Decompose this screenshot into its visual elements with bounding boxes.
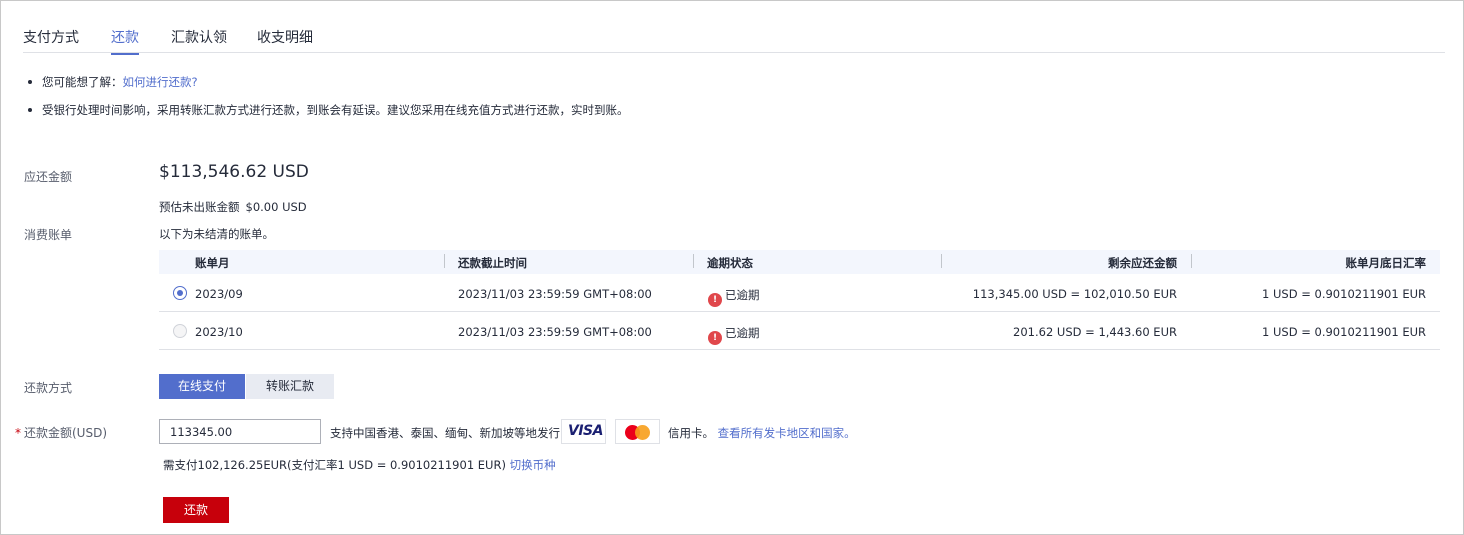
exchange-rate: 1 USD = 0.9010211901 EUR (1262, 287, 1426, 301)
tab-payment-methods[interactable]: 支付方式 (23, 27, 79, 47)
repay-deadline: 2023/11/03 23:59:59 GMT+08:00 (458, 325, 652, 339)
tab-remittance-claim[interactable]: 汇款认领 (171, 27, 227, 47)
visa-card-logo: VISA (561, 419, 606, 444)
credit-suffix: 信用卡。 (668, 426, 714, 440)
column-header: 账单月 (195, 256, 230, 270)
bank-transfer-button[interactable]: 转账汇款 (246, 374, 334, 399)
repayment-page: 支付方式 还款 汇款认领 收支明细 您可能想了解：如何进行还款? 受银行处理时间… (0, 0, 1464, 535)
status-text: 已逾期 (725, 326, 760, 340)
tab-transactions[interactable]: 收支明细 (257, 27, 313, 47)
tip-how-to-repay: 您可能想了解：如何进行还款? (27, 73, 629, 91)
estimated-label: 预估未出账金额 (159, 200, 240, 214)
alert-icon: ! (708, 331, 722, 345)
exchange-rate: 1 USD = 0.9010211901 EUR (1262, 325, 1426, 339)
tab-bar: 支付方式 还款 汇款认领 收支明细 (23, 19, 1445, 55)
payment-method-label: 还款方式 (24, 381, 73, 395)
tip-bank-delay: 受银行处理时间影响，采用转账汇款方式进行还款，到账会有延误。建议您采用在线充值方… (27, 101, 629, 119)
amount-due-label: 应还金额 (24, 170, 73, 184)
online-payment-button[interactable]: 在线支付 (159, 374, 245, 399)
estimated-unbilled: 预估未出账金额 $0.00 USD (159, 199, 307, 215)
column-header: 账单月底日汇率 (1191, 254, 1426, 271)
bill-month: 2023/09 (195, 287, 243, 301)
tab-repayment[interactable]: 还款 (111, 27, 139, 55)
remaining-amount: 113,345.00 USD = 102,010.50 EUR (972, 287, 1177, 301)
column-header: 还款截止时间 (444, 254, 527, 270)
required-mark: * (15, 426, 21, 440)
mastercard-logo (615, 419, 660, 444)
remaining-amount: 201.62 USD = 1,443.60 EUR (1013, 325, 1177, 339)
row-radio[interactable] (173, 286, 187, 300)
row-radio[interactable] (173, 324, 187, 338)
repay-amount-label-text: 还款金额(USD) (24, 426, 108, 440)
tip-prefix: 您可能想了解： (42, 75, 123, 89)
column-header: 剩余应还金额 (941, 254, 1177, 271)
payable-amount-note: 需支付102,126.25EUR(支付汇率1 USD = 0.901021190… (163, 457, 556, 473)
bills-intro: 以下为未结清的账单。 (159, 227, 274, 241)
estimated-value: $0.00 USD (245, 200, 307, 214)
column-header: 逾期状态 (693, 254, 753, 270)
payable-text: 需支付102,126.25EUR(支付汇率1 USD = 0.901021190… (163, 458, 506, 472)
bills-label: 消费账单 (24, 228, 73, 242)
bill-month: 2023/10 (195, 325, 243, 339)
repay-amount-label: * 还款金额(USD) (15, 424, 107, 441)
repay-button[interactable]: 还款 (163, 497, 229, 523)
repay-deadline: 2023/11/03 23:59:59 GMT+08:00 (458, 287, 652, 301)
credit-card-note: 信用卡。 查看所有发卡地区和国家。 (668, 425, 856, 441)
alert-icon: ! (708, 293, 722, 307)
supported-cards-text: 支持中国香港、泰国、缅甸、新加坡等地发行的 (330, 426, 572, 440)
switch-currency-link[interactable]: 切换币种 (510, 458, 556, 472)
table-header: 账单月 还款截止时间 逾期状态 剩余应还金额 账单月底日汇率 (159, 250, 1440, 274)
repay-amount-input[interactable] (159, 419, 321, 444)
how-to-repay-link[interactable]: 如何进行还款? (123, 75, 198, 89)
table-row[interactable]: 2023/09 2023/11/03 23:59:59 GMT+08:00 ! 已… (159, 274, 1440, 312)
tips-list: 您可能想了解：如何进行还款? 受银行处理时间影响，采用转账汇款方式进行还款，到账… (27, 73, 629, 119)
amount-due-value: $113,546.62 USD (159, 162, 309, 182)
visa-logo-text: VISA (568, 423, 603, 439)
table-row[interactable]: 2023/10 2023/11/03 23:59:59 GMT+08:00 ! 已… (159, 312, 1440, 350)
card-regions-link[interactable]: 查看所有发卡地区和国家。 (718, 426, 856, 440)
overdue-status: ! 已逾期 (708, 325, 760, 345)
overdue-status: ! 已逾期 (708, 287, 760, 307)
bills-table: 账单月 还款截止时间 逾期状态 剩余应还金额 账单月底日汇率 2023/09 2… (159, 250, 1440, 350)
status-text: 已逾期 (725, 288, 760, 302)
